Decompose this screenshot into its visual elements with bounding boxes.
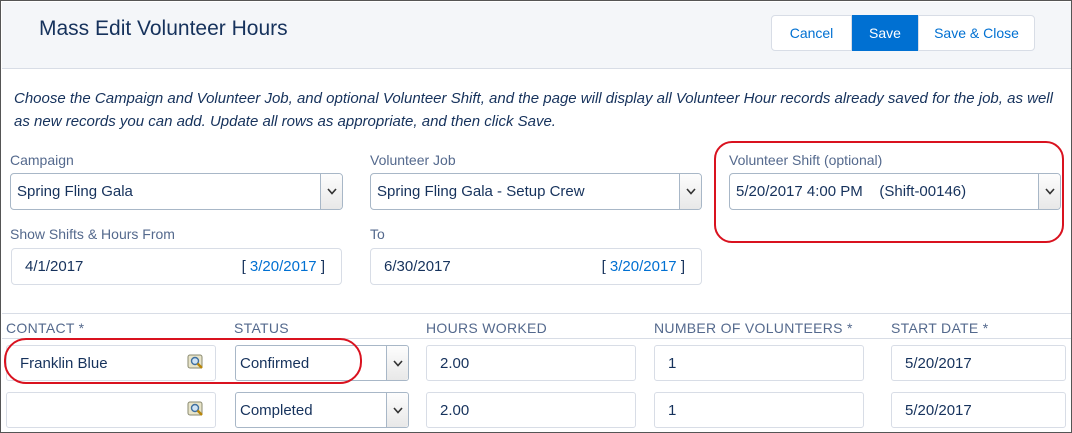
to-link-close-bracket: ] xyxy=(676,258,685,275)
page-title: Mass Edit Volunteer Hours xyxy=(39,17,288,40)
start-date-input[interactable]: 5/20/2017 xyxy=(891,392,1066,428)
from-link-close-bracket: ] xyxy=(316,258,325,275)
status-select[interactable]: Completed xyxy=(235,392,409,428)
volunteer-shift-select-value: 5/20/2017 4:00 PM (Shift-00146) xyxy=(736,183,967,200)
table-header-row: CONTACT * STATUS HOURS WORKED NUMBER OF … xyxy=(2,313,1071,339)
to-today-link[interactable]: 3/20/2017 xyxy=(610,258,677,275)
to-date-field[interactable]: 6/30/2017 [ 3/20/2017 ] xyxy=(370,248,702,285)
volunteer-shift-label: Volunteer Shift (optional) xyxy=(729,152,883,168)
instructions-text: Choose the Campaign and Volunteer Job, a… xyxy=(14,90,1053,130)
to-date-label: To xyxy=(370,226,385,242)
volunteer-job-select-value: Spring Fling Gala - Setup Crew xyxy=(377,183,585,200)
chevron-down-icon[interactable] xyxy=(320,174,342,209)
status-select[interactable]: Confirmed xyxy=(235,345,409,381)
to-today-link-group: [ 3/20/2017 ] xyxy=(602,258,701,275)
chevron-down-icon[interactable] xyxy=(386,393,408,427)
from-date-value: 4/1/2017 xyxy=(25,258,84,275)
from-date-label: Show Shifts & Hours From xyxy=(10,226,175,242)
page-frame: Mass Edit Volunteer Hours Cancel Save Sa… xyxy=(0,0,1072,433)
column-header-start-date: START DATE * xyxy=(891,320,989,336)
volunteer-job-select[interactable]: Spring Fling Gala - Setup Crew xyxy=(370,173,702,210)
from-today-link-group: [ 3/20/2017 ] xyxy=(242,258,341,275)
save-and-close-button[interactable]: Save & Close xyxy=(918,15,1035,51)
column-header-hours-worked: HOURS WORKED xyxy=(426,320,548,336)
from-date-field[interactable]: 4/1/2017 [ 3/20/2017 ] xyxy=(11,248,342,285)
hours-worked-input[interactable]: 2.00 xyxy=(426,392,636,428)
column-header-number-of-volunteers: NUMBER OF VOLUNTEERS * xyxy=(654,320,853,336)
from-today-link[interactable]: 3/20/2017 xyxy=(250,258,317,275)
status-select-value: Confirmed xyxy=(240,354,310,372)
campaign-label: Campaign xyxy=(10,152,74,168)
to-date-value: 6/30/2017 xyxy=(384,258,451,275)
chevron-down-icon[interactable] xyxy=(1038,174,1060,209)
status-select-value: Completed xyxy=(240,401,313,419)
to-link-open-bracket: [ xyxy=(601,258,610,275)
column-header-status: STATUS xyxy=(234,320,289,336)
chevron-down-icon[interactable] xyxy=(386,346,408,380)
volunteer-shift-select[interactable]: 5/20/2017 4:00 PM (Shift-00146) xyxy=(729,173,1061,210)
contact-lookup-value: Franklin Blue xyxy=(20,354,108,372)
volunteer-job-label: Volunteer Job xyxy=(370,152,456,168)
hours-worked-input[interactable]: 2.00 xyxy=(426,345,636,381)
cancel-button[interactable]: Cancel xyxy=(771,15,852,51)
number-of-volunteers-input[interactable]: 1 xyxy=(654,345,864,381)
contact-lookup-input[interactable] xyxy=(6,392,216,428)
save-button[interactable]: Save xyxy=(852,15,918,51)
from-link-open-bracket: [ xyxy=(241,258,250,275)
campaign-select[interactable]: Spring Fling Gala xyxy=(10,173,343,210)
number-of-volunteers-input[interactable]: 1 xyxy=(654,392,864,428)
action-button-group: Cancel Save Save & Close xyxy=(771,15,1035,51)
start-date-input[interactable]: 5/20/2017 xyxy=(891,345,1066,381)
magnifier-lookup-icon[interactable] xyxy=(185,399,207,421)
magnifier-lookup-icon[interactable] xyxy=(185,352,207,374)
page-header: Mass Edit Volunteer Hours Cancel Save Sa… xyxy=(2,2,1071,69)
chevron-down-icon[interactable] xyxy=(679,174,701,209)
campaign-select-value: Spring Fling Gala xyxy=(17,183,133,200)
column-header-contact: CONTACT * xyxy=(6,320,85,336)
contact-lookup-input[interactable]: Franklin Blue xyxy=(6,345,216,381)
